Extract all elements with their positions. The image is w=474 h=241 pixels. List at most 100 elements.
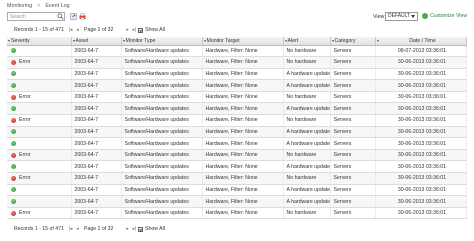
ok-status-icon — [11, 129, 16, 135]
column-header[interactable]: Category — [330, 37, 376, 46]
table-row[interactable]: Error 2003-64-7 Software/Hardware updates H… — [7, 207, 467, 220]
records-count: Records 1 - 15 of 471 — [14, 226, 64, 232]
column-header[interactable]: Severity — [7, 37, 72, 46]
alert-cell: No hardware — [283, 56, 331, 69]
monitor-type-cell: Software/Hardware updates — [121, 56, 203, 69]
alert-cell: A hardware update — [283, 126, 331, 139]
target-cell: Hardware, Filter: None — [202, 207, 284, 220]
alert-cell: No hardware — [283, 114, 331, 127]
category-cell: Servers — [330, 91, 376, 104]
target-cell: Hardware, Filter: None — [202, 91, 284, 104]
category-cell: Servers — [330, 172, 376, 185]
monitor-type-cell: Software/Hardware updates — [121, 126, 203, 139]
column-header[interactable]: Monitor Type — [121, 37, 203, 46]
column-header-label: Date / Time — [409, 37, 436, 44]
last-page-icon[interactable]: ▸| — [132, 226, 137, 232]
column-header[interactable]: Asset — [71, 37, 122, 46]
column-header-label: Monitor Type — [125, 37, 156, 44]
table-row[interactable]: 2003-64-7 Software/Hardware updates Hardwa… — [7, 45, 467, 58]
severity-cell: Error — [7, 91, 72, 104]
severity-cell: Error — [7, 172, 72, 185]
table-row[interactable]: 2003-64-7 Software/Hardware updates Hardwa… — [7, 137, 467, 150]
table-row[interactable]: 2003-64-7 Software/Hardware updates Hardwa… — [7, 184, 467, 197]
alert-cell: No hardware — [283, 91, 331, 104]
column-menu-icon[interactable] — [8, 40, 10, 42]
column-menu-icon[interactable] — [376, 40, 379, 42]
datetime-cell: 30-06-2013 03:36:01 — [375, 68, 467, 81]
asset-cell: 2003-64-7 — [71, 79, 122, 92]
column-header-label: Severity — [11, 37, 30, 44]
view-select-value: DEFAULT — [388, 13, 411, 19]
asset-cell: 2003-64-7 — [71, 149, 122, 162]
print-icon[interactable] — [79, 13, 86, 20]
datetime-cell: 30-06-2013 03:36:01 — [375, 79, 467, 92]
first-page-icon[interactable]: |◂ — [68, 226, 73, 232]
category-cell: Servers — [330, 207, 376, 220]
table-row[interactable]: Error 2003-64-7 Software/Hardware updates H… — [7, 149, 467, 162]
column-header[interactable]: Alert — [283, 37, 331, 46]
table-row[interactable]: 2003-64-7 Software/Hardware updates Hardwa… — [7, 79, 467, 92]
show-all-toggle[interactable]: Show All — [138, 226, 165, 232]
severity-cell — [7, 160, 72, 174]
monitor-type-cell: Software/Hardware updates — [121, 207, 203, 220]
target-cell: Hardware, Filter: None — [202, 114, 284, 127]
next-page-icon[interactable]: ▸ — [125, 27, 130, 33]
target-cell: Hardware, Filter: None — [202, 137, 284, 150]
breadcrumb-root[interactable]: Monitoring — [7, 3, 32, 9]
severity-cell: Error — [7, 114, 72, 127]
next-page-icon[interactable]: ▸ — [125, 226, 130, 232]
severity-cell: Error — [7, 56, 72, 69]
alert-cell: A hardware update — [283, 79, 331, 92]
monitor-type-cell: Software/Hardware updates — [121, 102, 203, 116]
page-info: Page 1 of 32 — [84, 27, 114, 33]
column-header-label: Monitor Target — [206, 37, 240, 44]
table-row[interactable]: 2003-64-7 Software/Hardware updates Hardwa… — [7, 126, 467, 139]
table-row[interactable]: 2003-64-7 Software/Hardware updates Hardwa… — [7, 68, 467, 81]
target-cell: Hardware, Filter: None — [202, 126, 284, 139]
prev-page-icon[interactable]: ◂ — [75, 27, 80, 33]
alert-cell: A hardware update — [283, 68, 331, 81]
column-menu-icon[interactable] — [122, 40, 125, 42]
table-row[interactable]: 2003-64-7 Software/Hardware updates Hardwa… — [7, 160, 467, 174]
column-header[interactable]: Monitor Target — [202, 37, 284, 46]
checkbox-icon — [138, 226, 143, 232]
table-row[interactable]: 2003-64-7 Software/Hardware updates Hardwa… — [7, 195, 467, 208]
column-menu-icon[interactable] — [331, 40, 334, 42]
customize-view-label: Customize View — [430, 13, 468, 19]
table-row[interactable]: Error 2003-64-7 Software/Hardware updates H… — [7, 56, 467, 69]
export-icon[interactable] — [70, 13, 77, 20]
pager-prev-buttons: |◂ ◂ — [68, 226, 80, 232]
pager-bottom: Records 1 - 15 of 471 |◂ ◂ Page 1 of 32 … — [0, 224, 474, 234]
error-status-icon — [11, 94, 16, 100]
breadcrumb-current: Event Log — [45, 2, 70, 9]
pager-next-buttons: ▸ ▸| — [125, 226, 137, 232]
column-menu-icon[interactable] — [203, 40, 206, 42]
show-all-toggle[interactable]: Show All — [138, 27, 165, 33]
view-select[interactable]: DEFAULT — [385, 12, 418, 21]
search-icon[interactable] — [57, 13, 64, 20]
table-row[interactable]: Error 2003-64-7 Software/Hardware updates H… — [7, 91, 467, 104]
category-cell: Servers — [330, 45, 376, 58]
error-status-icon — [11, 117, 16, 123]
category-cell: Servers — [330, 137, 376, 150]
table-row[interactable]: Error 2003-64-7 Software/Hardware updates H… — [7, 172, 467, 185]
column-menu-icon[interactable] — [72, 40, 75, 42]
datetime-cell: 30-06-2013 03:36:01 — [375, 91, 467, 104]
customize-view-button[interactable]: Customize View — [422, 13, 467, 19]
first-page-icon[interactable]: |◂ — [68, 27, 73, 33]
asset-cell: 2003-64-7 — [71, 172, 122, 185]
last-page-icon[interactable]: ▸| — [132, 27, 137, 33]
prev-page-icon[interactable]: ◂ — [75, 226, 80, 232]
alert-cell: No hardware — [283, 207, 331, 220]
datetime-cell: 30-06-2013 03:36:01 — [375, 207, 467, 220]
column-menu-icon[interactable] — [284, 40, 287, 42]
error-status-icon — [11, 152, 16, 158]
records-count: Records 1 - 15 of 471 — [14, 27, 64, 33]
table-row[interactable]: Error 2003-64-7 Software/Hardware updates H… — [7, 114, 467, 127]
asset-cell: 2003-64-7 — [71, 102, 122, 116]
column-header[interactable]: Date / Time — [375, 37, 467, 46]
datetime-cell: 30-06-2013 03:36:01 — [375, 56, 467, 69]
table-row[interactable]: 2003-64-7 Software/Hardware updates Hardwa… — [7, 102, 467, 116]
monitor-type-cell: Software/Hardware updates — [121, 160, 203, 174]
column-header-label: Alert — [287, 37, 299, 44]
